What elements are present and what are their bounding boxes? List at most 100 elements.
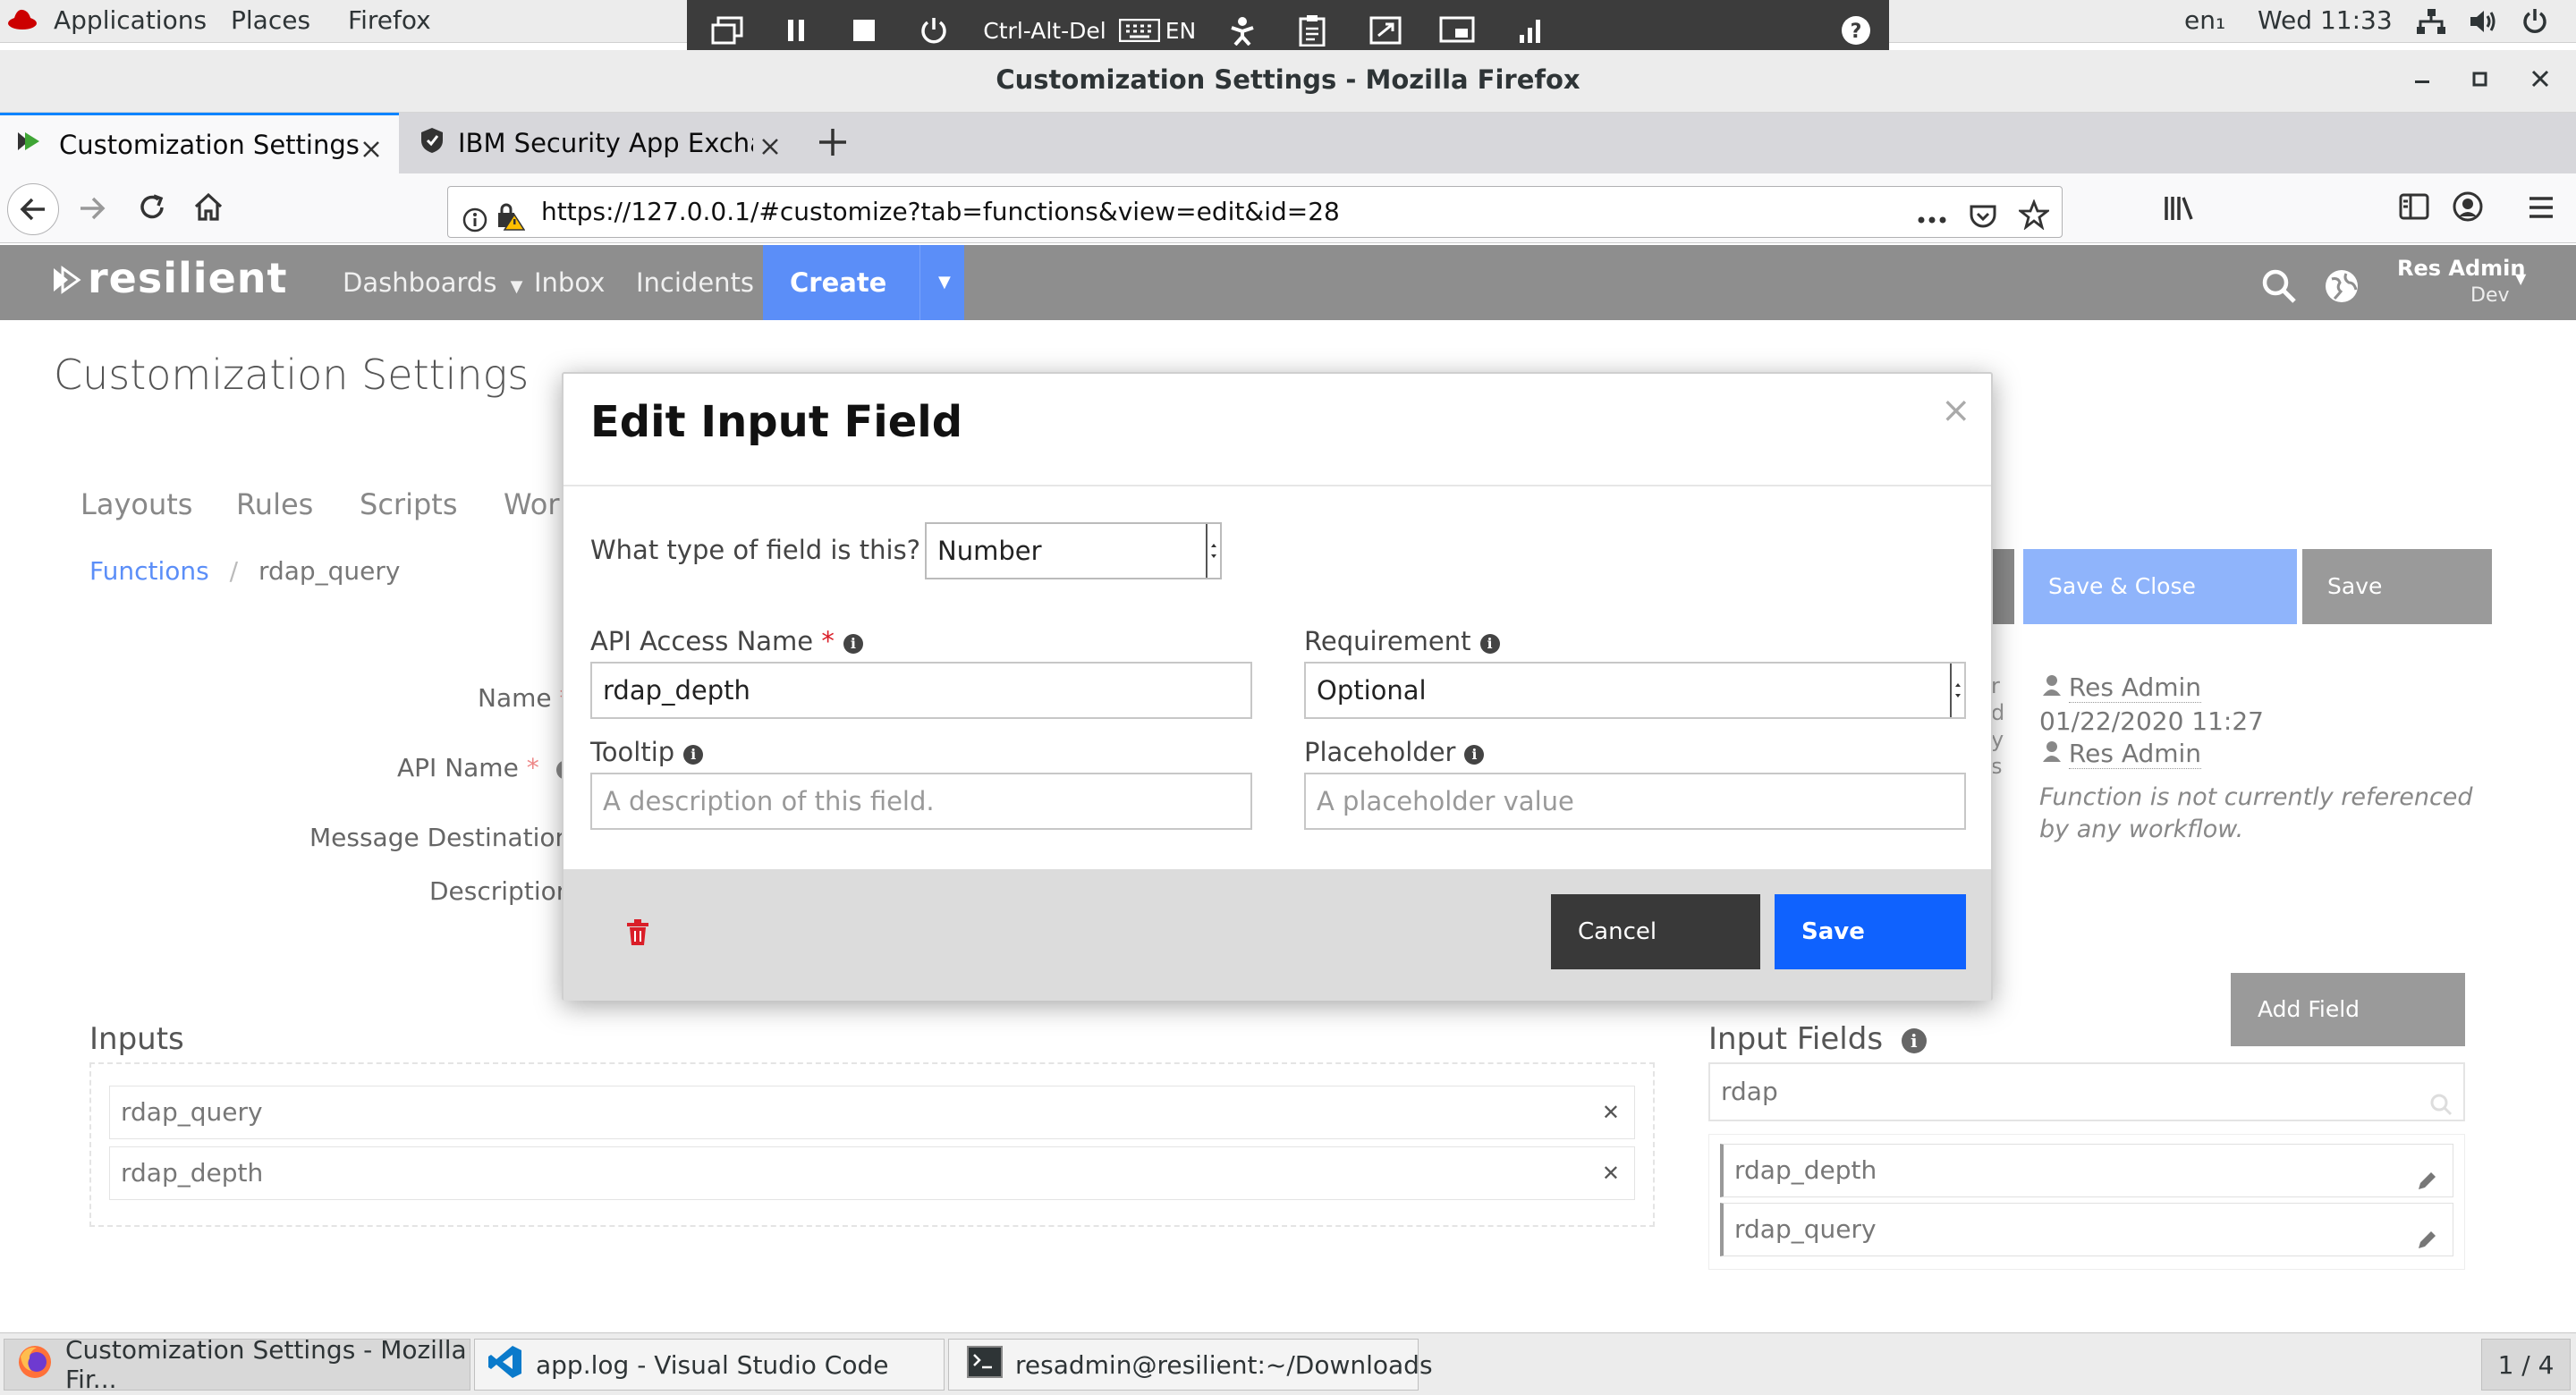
brand-name[interactable]: resilient — [88, 254, 288, 302]
site-info-icon[interactable] — [462, 199, 487, 249]
places-menu[interactable]: Places — [231, 5, 310, 35]
stats-icon[interactable] — [1508, 13, 1553, 48]
bookmark-star-icon[interactable] — [2016, 197, 2052, 247]
power-icon[interactable] — [914, 13, 953, 48]
edit-input-field-modal: Edit Input Field × What type of field is… — [562, 372, 1993, 1001]
pocket-icon[interactable] — [1969, 198, 1997, 248]
help-icon[interactable]: ? — [1834, 13, 1878, 48]
close-window-button[interactable] — [2529, 68, 2551, 93]
pause-icon[interactable] — [776, 13, 816, 48]
info-icon[interactable]: i — [843, 634, 863, 654]
user-name[interactable]: Res Admin — [2397, 256, 2525, 281]
redhat-logo-icon[interactable] — [7, 7, 38, 38]
home-icon[interactable] — [193, 191, 224, 225]
clipboard-icon[interactable] — [1290, 13, 1335, 48]
caret-down-icon[interactable]: ▼ — [919, 245, 951, 320]
placeholder-label-text: Placeholder — [1304, 737, 1456, 767]
input-item[interactable]: rdap_depth ✕ — [109, 1146, 1635, 1200]
close-tab-icon[interactable] — [361, 135, 381, 165]
volume-icon[interactable] — [2469, 9, 2497, 40]
info-icon[interactable]: i — [683, 745, 704, 765]
tooltip-input[interactable]: A description of this field. — [590, 773, 1252, 830]
tab-customization-settings[interactable]: Customization Settings — [0, 113, 399, 173]
account-icon[interactable] — [2453, 191, 2483, 225]
remove-icon[interactable]: ✕ — [1602, 1086, 1620, 1138]
globe-icon[interactable] — [2324, 268, 2360, 308]
add-field-button[interactable]: Add Field — [2231, 973, 2465, 1046]
window-mode-icon[interactable] — [705, 13, 750, 48]
firefox-menu[interactable]: Firefox — [348, 5, 431, 35]
nav-dashboards-label: Dashboards — [343, 267, 497, 298]
info-icon[interactable]: i — [1479, 634, 1500, 654]
url-bar[interactable]: https://127.0.0.1/#customize?tab=functio… — [447, 186, 2063, 238]
stop-icon[interactable] — [844, 13, 884, 48]
accessibility-icon[interactable] — [1220, 13, 1265, 48]
reload-icon[interactable] — [138, 193, 166, 225]
meta-modifier-name[interactable]: Res Admin — [2068, 739, 2202, 769]
tab-rules[interactable]: Rules — [236, 487, 313, 521]
fullscreen-icon[interactable] — [1363, 13, 1408, 48]
save-button[interactable]: Save — [2302, 549, 2492, 624]
modal-close-icon[interactable]: × — [1941, 390, 1971, 431]
breadcrumb-functions-link[interactable]: Functions — [89, 556, 209, 586]
keyboard-layout-button[interactable]: EN — [1113, 13, 1202, 48]
tab-ibm-security-app-exchange[interactable]: IBM Security App Exchang — [401, 113, 803, 173]
app-nav-bar: resilient Dashboards ▼ Inbox Incidents C… — [0, 245, 2576, 320]
tab-layouts[interactable]: Layouts — [80, 487, 192, 521]
info-icon[interactable]: i — [1901, 1028, 1927, 1053]
nav-inbox[interactable]: Inbox — [534, 245, 605, 320]
cancel-button[interactable]: Cancel — [1551, 894, 1760, 969]
terminal-icon — [967, 1345, 1003, 1384]
trash-icon[interactable] — [626, 919, 649, 950]
minimize-button[interactable] — [2413, 68, 2433, 93]
meta-creator-name[interactable]: Res Admin — [2068, 672, 2202, 703]
placeholder-input[interactable]: A placeholder value — [1304, 773, 1966, 830]
info-icon[interactable]: i — [1464, 745, 1485, 765]
nav-dashboards[interactable]: Dashboards ▼ — [343, 245, 523, 325]
language-indicator[interactable]: en₁ — [2184, 5, 2225, 35]
workspace-switcher[interactable]: 1 / 4 — [2481, 1339, 2571, 1391]
create-button[interactable]: Create ▼ — [763, 245, 964, 320]
caret-down-icon[interactable]: ▼ — [2515, 270, 2526, 287]
applications-menu[interactable]: Applications — [54, 5, 207, 35]
modal-save-button[interactable]: Save — [1775, 894, 1966, 969]
search-icon[interactable] — [2429, 1080, 2453, 1136]
new-tab-icon[interactable] — [818, 127, 848, 161]
pencil-icon[interactable] — [2415, 1218, 2438, 1270]
tab-scripts[interactable]: Scripts — [360, 487, 457, 521]
insecure-lock-icon[interactable] — [495, 198, 526, 248]
page-actions-icon[interactable] — [1917, 199, 1947, 249]
input-field-item[interactable]: rdap_depth — [1720, 1144, 2453, 1197]
tab-workflows[interactable]: Work — [504, 487, 563, 521]
search-icon[interactable] — [2261, 268, 2297, 308]
network-icon[interactable] — [2417, 9, 2445, 42]
tooltip-label: Tooltip i — [590, 737, 704, 767]
power-icon[interactable] — [2521, 7, 2549, 42]
task-vscode[interactable]: app.log - Visual Studio Code — [474, 1339, 945, 1391]
input-field-item[interactable]: rdap_query — [1720, 1203, 2453, 1256]
maximize-button[interactable] — [2470, 68, 2490, 93]
close-tab-icon[interactable] — [760, 132, 780, 163]
task-firefox[interactable]: Customization Settings - Mozilla Fir... — [4, 1335, 470, 1394]
sidebar-icon[interactable] — [2399, 193, 2429, 224]
field-type-select[interactable]: Number — [925, 522, 1222, 579]
input-item[interactable]: rdap_query ✕ — [109, 1086, 1635, 1139]
back-icon[interactable] — [7, 183, 59, 235]
clock[interactable]: Wed 11:33 — [2258, 5, 2393, 35]
scaling-icon[interactable] — [1435, 13, 1479, 48]
ctrl-alt-del-button[interactable]: Ctrl-Alt-Del — [982, 13, 1107, 48]
menu-icon[interactable] — [2528, 195, 2555, 224]
requirement-select[interactable]: Optional — [1304, 662, 1966, 719]
field-search-input[interactable]: rdap — [1708, 1062, 2465, 1121]
library-icon[interactable] — [2163, 193, 2195, 227]
url-text: https://127.0.0.1/#customize?tab=functio… — [541, 197, 1340, 226]
save-and-close-button[interactable]: Save & Close — [2023, 549, 2297, 624]
modal-title: Edit Input Field — [590, 397, 963, 447]
remove-icon[interactable]: ✕ — [1602, 1147, 1620, 1199]
nav-incidents[interactable]: Incidents — [636, 245, 754, 320]
api-access-name-input[interactable]: rdap_depth — [590, 662, 1252, 719]
resilient-logo-icon[interactable] — [52, 265, 82, 299]
task-terminal[interactable]: resadmin@resilient:~/Downloads — [948, 1339, 1433, 1391]
inputs-dropzone[interactable]: rdap_query ✕ rdap_depth ✕ — [89, 1062, 1655, 1227]
forward-icon[interactable] — [79, 196, 106, 224]
